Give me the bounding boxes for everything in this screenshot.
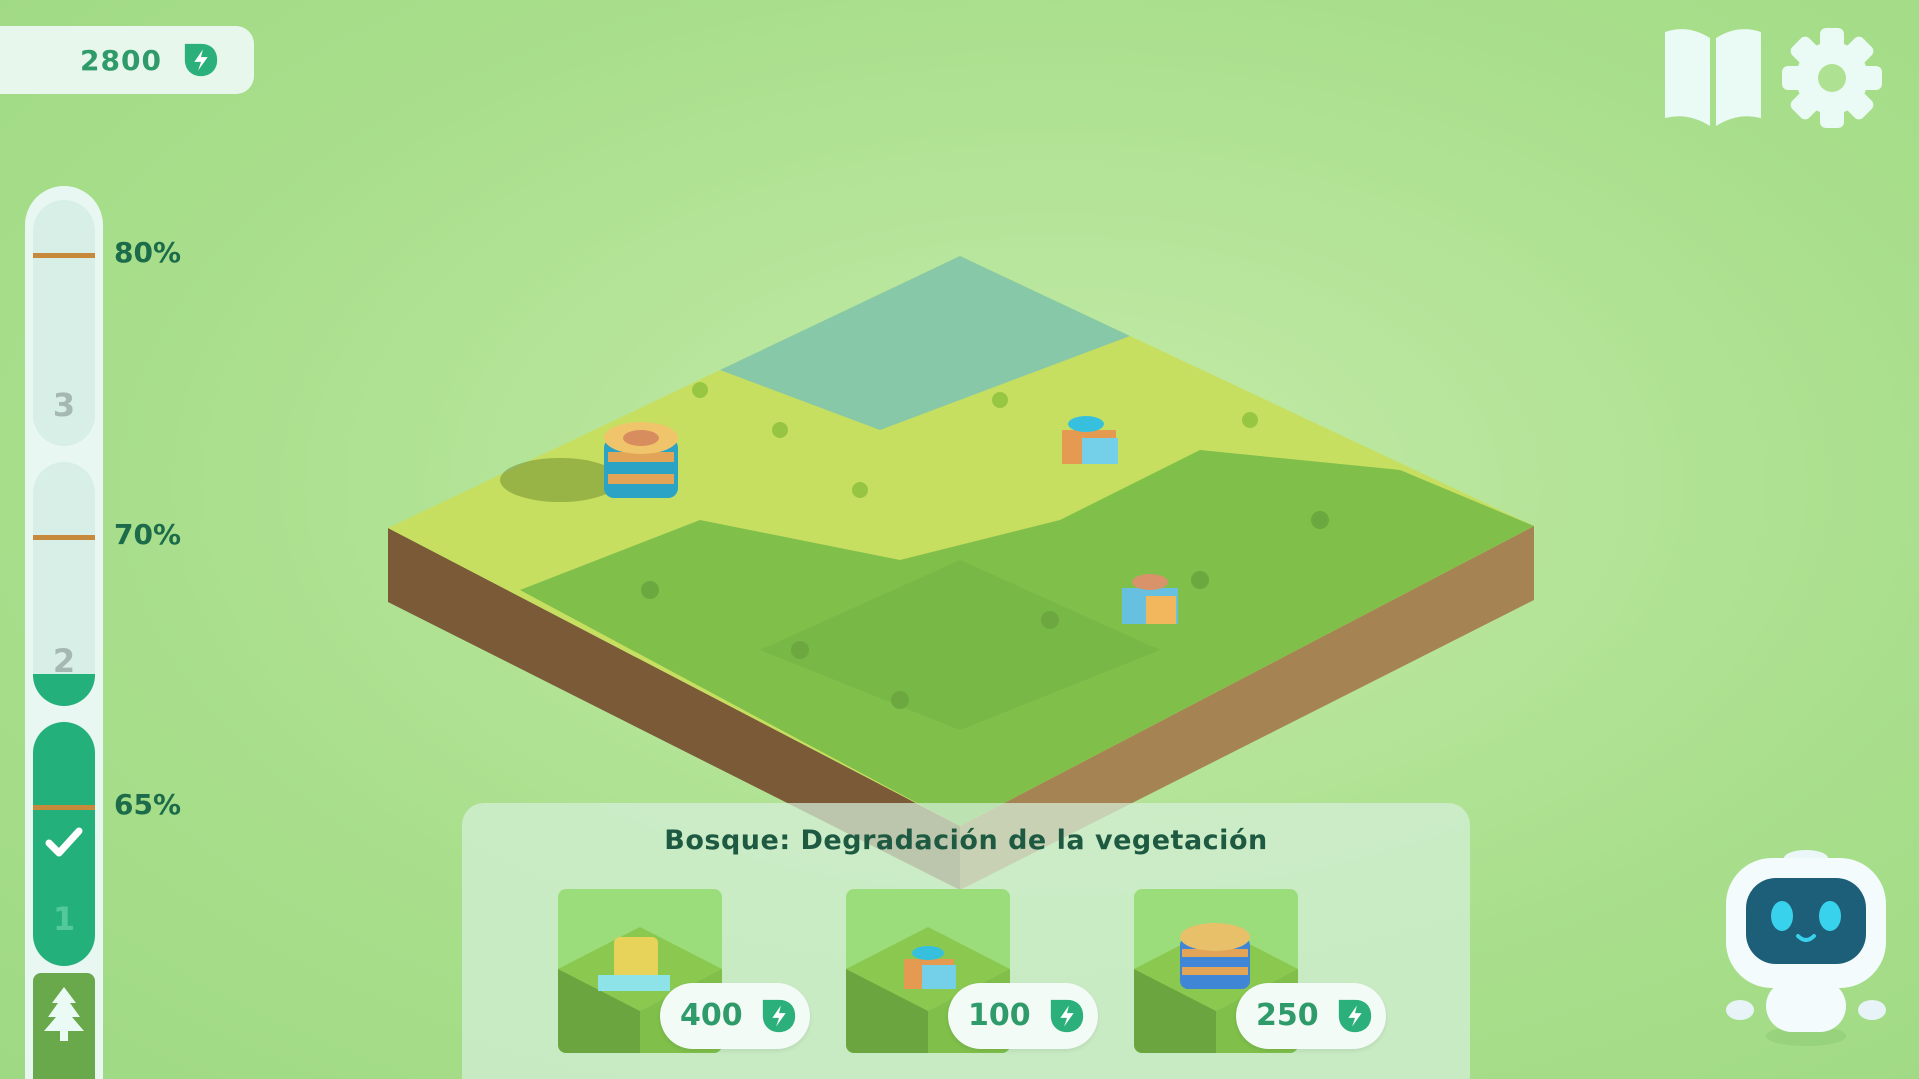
threshold-marker [33,805,95,810]
book-icon[interactable] [1662,26,1764,130]
level-segment-2: 2 [33,462,95,706]
level-number: 2 [52,642,76,680]
level-segment-3: 3 [33,200,95,446]
gear-icon[interactable] [1780,26,1884,130]
leaf-bolt-icon [184,43,218,77]
level-number: 3 [52,386,76,424]
level-segment-1: 1 [33,722,95,966]
threshold-marker [33,253,95,258]
restoration-progress-meter: 3 2 1 [25,186,103,1079]
water-tank-machine[interactable] [604,422,678,498]
island-terrain [388,256,1534,890]
panel-title: Bosque: Degradación de la vegetación [664,825,1268,856]
threshold-marker [33,535,95,540]
pine-tree-icon [44,987,84,1041]
leaf-bolt-icon [1338,999,1372,1033]
threshold-label: 80% [114,236,182,269]
level-number: 1 [52,900,76,938]
shop-panel: Bosque: Degradación de la vegetación 400 [462,803,1470,1079]
price-value: 250 [1256,998,1319,1033]
threshold-label: 70% [114,518,182,551]
energy-counter: 2800 [0,26,254,94]
price-tag[interactable]: 100 [948,983,1098,1049]
leaf-bolt-icon [762,999,796,1033]
threshold-label: 65% [114,788,182,821]
robot-assistant-icon[interactable] [1720,850,1892,1050]
price-tag[interactable]: 400 [660,983,810,1049]
price-tag[interactable]: 250 [1236,983,1386,1049]
energy-value: 2800 [80,44,162,77]
price-value: 100 [968,998,1031,1033]
check-icon [45,827,83,857]
leaf-bolt-icon [1050,999,1084,1033]
price-value: 400 [680,998,743,1033]
biome-tab[interactable] [33,973,95,1079]
